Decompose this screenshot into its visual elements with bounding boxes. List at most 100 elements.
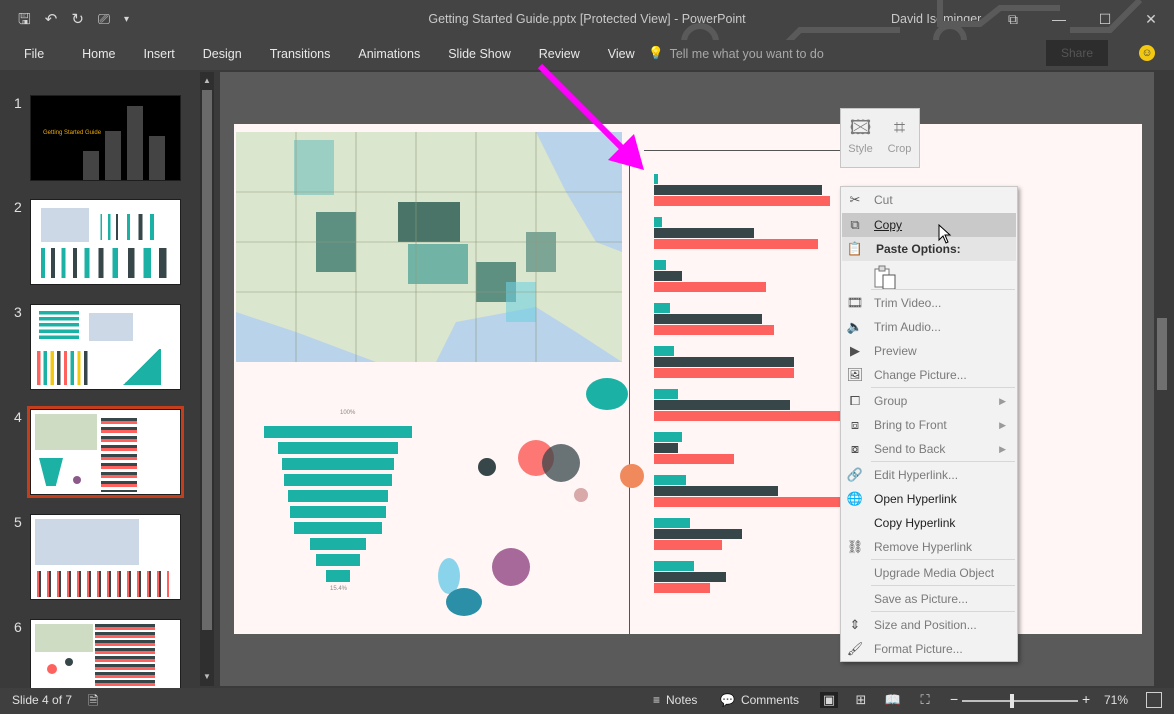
menu-item-group[interactable]: ⧠ Group ▶ (842, 389, 1016, 413)
scrollbar-thumb[interactable] (202, 90, 212, 630)
thumb-chart (37, 571, 169, 597)
scatter-chart[interactable] (434, 378, 644, 629)
zoom-slider-knob[interactable] (1010, 694, 1014, 708)
scatter-bubble (542, 444, 580, 482)
scrollbar-thumb[interactable] (1157, 318, 1167, 390)
feedback-smiley-icon[interactable]: ☺ (1139, 45, 1155, 61)
menu-item-open-hyperlink[interactable]: 🌐 Open Hyperlink (842, 487, 1016, 511)
spellcheck-icon[interactable]: 🗎 (88, 692, 98, 714)
thumb-map (89, 313, 133, 341)
reading-view-icon[interactable]: 📖 (884, 692, 902, 708)
thumb-chart (121, 349, 161, 385)
funnel-bar (278, 442, 398, 454)
menu-item-edit-hyperlink[interactable]: 🔗 Edit Hyperlink... (842, 463, 1016, 487)
style-label: Style (848, 143, 873, 155)
menu-label: Edit Hyperlink... (874, 468, 959, 482)
send-to-back-icon: ⧇ (850, 441, 860, 456)
menu-item-upgrade-media[interactable]: Upgrade Media Object (842, 561, 1016, 585)
thumbnail-scrollbar[interactable]: ▲ ▼ (200, 72, 214, 686)
tab-slide-show[interactable]: Slide Show (434, 46, 525, 62)
bring-to-front-icon: ⧈ (850, 417, 860, 432)
menu-item-copy[interactable]: ⧉ Copy (842, 213, 1016, 237)
menu-item-trim-audio[interactable]: 🔈 Trim Audio... (842, 315, 1016, 339)
tab-file[interactable]: File (10, 46, 68, 62)
menu-separator (871, 611, 1015, 612)
thumb-map (35, 624, 93, 652)
menu-item-trim-video[interactable]: 🎞 Trim Video... (842, 291, 1016, 315)
menu-item-format-picture[interactable]: 🖌 Format Picture... (842, 637, 1016, 661)
scatter-bubble (492, 548, 530, 586)
paste-picture-icon[interactable] (873, 265, 897, 291)
slide-thumbnail-pane: 1 Getting Started Guide 2 3 4 5 6 (0, 72, 218, 689)
bar-teal (654, 475, 686, 485)
scroll-down-icon[interactable]: ▼ (200, 670, 214, 684)
crop-button[interactable]: ⌗ Crop (880, 109, 919, 167)
slide-thumb-row-5[interactable]: 5 (0, 514, 200, 600)
crop-label: Crop (887, 143, 912, 155)
zoom-out-icon[interactable]: − (950, 691, 958, 707)
tell-me-search[interactable]: 💡 Tell me what you want to do (648, 46, 824, 61)
slide-thumb-row-3[interactable]: 3 (0, 304, 200, 390)
bar-red (654, 368, 794, 378)
menu-item-save-as-picture[interactable]: Save as Picture... (842, 587, 1016, 611)
slide-thumbnail-5[interactable] (30, 514, 181, 600)
bar-teal (654, 260, 666, 270)
menu-item-preview[interactable]: ▶ Preview (842, 339, 1016, 363)
slide-thumb-row-4[interactable]: 4 (0, 406, 200, 498)
thumb-map (35, 414, 97, 450)
menu-item-send-to-back[interactable]: ⧇ Send to Back ▶ (842, 437, 1016, 461)
tab-insert[interactable]: Insert (130, 46, 189, 62)
funnel-bottom-label: 15.4% (330, 586, 348, 592)
tab-transitions[interactable]: Transitions (256, 46, 345, 62)
crop-icon: ⌗ (893, 117, 906, 139)
style-button[interactable]: 🖾 Style (841, 109, 880, 167)
scroll-up-icon[interactable]: ▲ (200, 74, 214, 88)
thumb-bubble (47, 664, 57, 674)
menu-separator (871, 387, 1015, 388)
menu-item-size-position[interactable]: ⇕ Size and Position... (842, 613, 1016, 637)
bar-dark (654, 228, 754, 238)
menu-item-cut[interactable]: ✂ Cut (842, 188, 1016, 212)
normal-view-icon[interactable]: ▣ (820, 692, 838, 708)
notes-button[interactable]: ≡ Notes (653, 693, 697, 707)
fit-slide-icon[interactable] (1146, 692, 1162, 708)
slide-show-icon[interactable]: ⛶ (916, 692, 934, 708)
slide-sorter-icon[interactable]: ⊞ (852, 692, 870, 708)
slide-thumb-row-1[interactable]: 1 Getting Started Guide (0, 95, 200, 181)
zoom-level[interactable]: 71% (1104, 693, 1128, 707)
funnel-bar (288, 490, 388, 502)
share-button[interactable]: Share (1046, 40, 1108, 66)
comments-button[interactable]: 💬 Comments (720, 693, 799, 707)
slide-thumb-row-2[interactable]: 2 (0, 199, 200, 285)
slide-thumbnail-4[interactable] (27, 406, 184, 498)
remove-hyperlink-icon: ⛓ (846, 539, 864, 554)
menu-item-copy-hyperlink[interactable]: Copy Hyperlink (842, 511, 1016, 535)
slide-thumbnail-2[interactable] (30, 199, 181, 285)
bar-dark (654, 443, 678, 453)
bar-dark (654, 314, 762, 324)
menu-label: Preview (874, 344, 917, 358)
menu-item-bring-to-front[interactable]: ⧈ Bring to Front ▶ (842, 413, 1016, 437)
speaker-icon: 🔈 (846, 319, 864, 334)
format-picture-icon: 🖌 (846, 641, 864, 656)
menu-label: Change Picture... (874, 368, 967, 382)
canvas-scrollbar[interactable] (1154, 72, 1170, 686)
menu-item-change-picture[interactable]: 🖼 Change Picture... (842, 363, 1016, 387)
notes-label: Notes (666, 693, 698, 707)
slide-indicator: Slide 4 of 7 (12, 693, 73, 707)
slide-thumbnail-6[interactable] (30, 619, 181, 689)
slide-thumbnail-1[interactable]: Getting Started Guide (30, 95, 181, 181)
picture-style-icon: 🖾 (849, 117, 872, 139)
tab-home[interactable]: Home (68, 46, 129, 62)
thumb-chart (37, 351, 93, 385)
tab-animations[interactable]: Animations (344, 46, 434, 62)
bar-teal (654, 174, 658, 184)
copy-icon: ⧉ (850, 217, 860, 232)
zoom-slider[interactable] (962, 700, 1078, 702)
zoom-in-icon[interactable]: + (1082, 691, 1090, 707)
play-icon: ▶ (850, 343, 860, 358)
film-icon: 🎞 (846, 295, 864, 310)
menu-item-remove-hyperlink[interactable]: ⛓ Remove Hyperlink (842, 535, 1016, 559)
tab-design[interactable]: Design (189, 46, 256, 62)
slide-thumbnail-3[interactable] (30, 304, 181, 390)
